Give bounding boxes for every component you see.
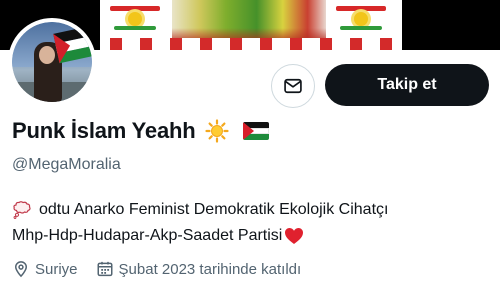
profile-name-row: Punk İslam Yeahh [12,118,270,144]
calendar-icon [97,261,113,277]
sun-emoji-icon [205,119,230,143]
banner-pattern [100,38,402,50]
kurdistan-flag-motif [106,2,164,36]
bio-line-2: Mhp-Hdp-Hudapar-Akp-Saadet Partisi [12,227,283,244]
display-name: Punk İslam Yeahh [12,118,196,143]
red-heart-icon [284,227,304,245]
banner-image [100,0,402,50]
thought-bubble-icon [12,201,32,219]
banner-artwork [172,0,326,38]
joined-item: Şubat 2023 tarihinde katıldı [96,260,302,278]
follow-button[interactable]: Takip et [325,64,489,106]
avatar[interactable] [8,18,96,106]
avatar-image [12,22,92,102]
bio-line-1: odtu Anarko Feminist Demokratik Ekolojik… [39,201,389,218]
palestine-flag-emoji-icon [243,122,270,140]
location-item: Suriye [12,260,78,278]
follow-button-label: Takip et [377,76,437,93]
message-button[interactable] [271,64,315,108]
location-pin-icon [14,261,28,278]
profile-bio: odtu Anarko Feminist Demokratik Ekolojik… [12,197,492,249]
location-text: Suriye [35,260,78,278]
profile-meta: Suriye Şubat 2023 tarihinde katıldı [12,260,301,278]
envelope-icon [284,78,302,94]
profile-handle: @MegaMoralia [12,156,121,173]
joined-text: Şubat 2023 tarihinde katıldı [118,260,302,278]
kurdistan-flag-motif [332,2,390,36]
